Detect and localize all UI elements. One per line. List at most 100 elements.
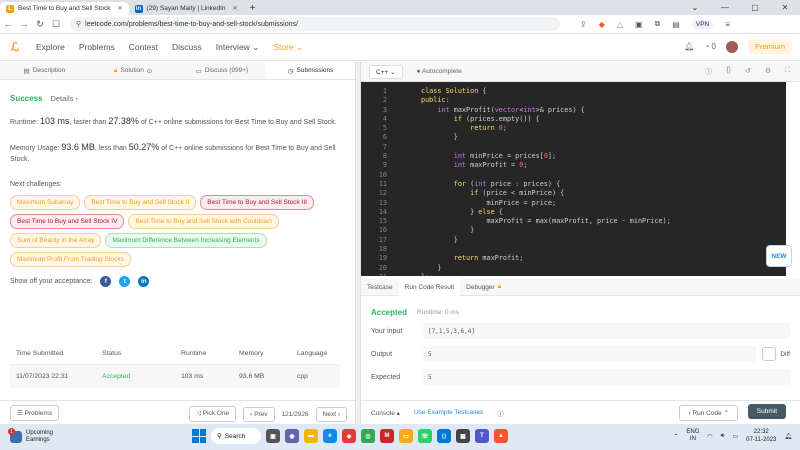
linkedin-icon[interactable]: in xyxy=(138,276,150,287)
code-line[interactable]: 15 maxProfit = max(maxProfit, price - mi… xyxy=(379,217,671,226)
run-code-button[interactable]: › Run Code ⌃ xyxy=(679,405,738,421)
twitter-icon[interactable]: t xyxy=(119,276,131,287)
notification-bell-icon[interactable]: 🔔︎ xyxy=(784,433,792,440)
info-icon[interactable]: ⓘ xyxy=(497,408,504,418)
tab-solution[interactable]: 🔒︎ Solution ⊙ xyxy=(89,62,178,79)
code-line[interactable]: 16 } xyxy=(379,226,671,235)
app-red-icon[interactable]: ◆ xyxy=(342,429,356,443)
challenge-chip[interactable]: Best Time to Buy and Sell Stock III xyxy=(200,195,314,210)
new-badge[interactable]: NEW xyxy=(766,245,792,267)
challenge-chip[interactable]: Maximum Difference Between Increasing El… xyxy=(105,233,267,248)
diff-checkbox[interactable] xyxy=(762,347,777,361)
challenge-chip[interactable]: Best Time to Buy and Sell Stock with Coo… xyxy=(128,214,280,229)
brave-shield-icon[interactable]: ◆ xyxy=(599,20,605,29)
file-explorer-icon[interactable]: ▬ xyxy=(304,429,318,443)
pick-one-button[interactable]: ⤨ Pick One xyxy=(188,406,237,422)
new-tab-button[interactable]: + xyxy=(244,2,262,15)
challenge-chip[interactable]: Sum of Beauty in the Array xyxy=(10,233,102,248)
nav-interview[interactable]: Interview ⌄ xyxy=(216,42,260,53)
nav-problems[interactable]: Problems xyxy=(79,42,115,53)
col-memory[interactable]: Memory xyxy=(239,350,297,357)
volume-icon[interactable]: 🔊︎ xyxy=(721,433,725,440)
code-line[interactable]: 19 return maxProfit; xyxy=(379,254,671,263)
code-line[interactable]: 7 xyxy=(383,143,671,152)
code-line[interactable]: 20 } xyxy=(379,264,671,273)
teams-icon[interactable]: T xyxy=(475,429,489,443)
url-field[interactable]: ⚲ leetcode.com/problems/best-time-to-buy… xyxy=(70,17,560,31)
close-icon[interactable]: ✕ xyxy=(118,5,123,12)
task-view-icon[interactable]: ▣ xyxy=(266,429,280,443)
prev-button[interactable]: ‹ Prev xyxy=(243,406,275,422)
challenge-chip[interactable]: Maximum Subarray xyxy=(10,195,81,210)
nav-discuss[interactable]: Discuss xyxy=(172,42,202,53)
code-line[interactable]: 18 xyxy=(379,245,671,254)
premium-button[interactable]: Premium xyxy=(747,39,792,54)
console-button[interactable]: Console ▴ xyxy=(371,409,400,417)
code-line[interactable]: 3 int maxProfit(vector<int>& prices) { xyxy=(383,106,671,115)
code-braces-icon[interactable]: {} xyxy=(726,67,731,77)
leetcode-logo-icon[interactable]: ℒ xyxy=(8,40,22,54)
code-line[interactable]: 2 public: xyxy=(383,96,671,105)
minimize-button[interactable]: — xyxy=(710,0,740,15)
vscode-icon[interactable]: ⟨⟩ xyxy=(437,429,451,443)
col-runtime[interactable]: Runtime xyxy=(181,350,239,357)
submit-button[interactable]: Submit xyxy=(747,404,786,419)
brave-icon[interactable]: ▲ xyxy=(494,429,508,443)
tab-description[interactable]: ▤ Description xyxy=(0,62,89,79)
forward-button[interactable]: → xyxy=(16,19,32,29)
bookmark-icon[interactable]: ☐ xyxy=(48,19,64,30)
code-line[interactable]: 5 return 0; xyxy=(383,124,671,133)
code-editor[interactable]: 1 class Solution {2 public: 3 int maxProfit… xyxy=(361,82,786,276)
code-line[interactable]: 6 } xyxy=(383,133,671,142)
diff-toggle[interactable]: Diff xyxy=(762,347,790,361)
code-line[interactable]: 11 for (int price : prices) { xyxy=(379,180,671,189)
window-icon[interactable]: ⧉ xyxy=(655,19,661,29)
code-line[interactable]: 1 class Solution { xyxy=(383,87,671,96)
tab-discuss[interactable]: ▭ Discuss (999+) xyxy=(178,62,267,79)
language-select[interactable]: C++ ⌄ xyxy=(369,64,403,79)
store-app-icon[interactable]: ▦ xyxy=(456,429,470,443)
menu-icon[interactable]: ≡ xyxy=(725,20,730,29)
code-line[interactable]: 8 int minPrice = prices[0]; xyxy=(383,152,671,161)
challenge-chip[interactable]: Maximum Profit From Trading Stocks xyxy=(10,252,131,267)
tab-testcase[interactable]: Testcase xyxy=(361,279,399,296)
code-line[interactable]: 21}; xyxy=(379,273,671,276)
mcafee-icon[interactable]: M xyxy=(380,429,394,443)
edge-icon[interactable]: e xyxy=(323,429,337,443)
challenge-chip[interactable]: Best Time to Buy and Sell Stock IV xyxy=(10,214,125,229)
taskbar-search[interactable]: ⚲ Search xyxy=(211,428,261,444)
news-widget[interactable]: 1 Upcoming Earnings xyxy=(8,428,53,444)
next-button[interactable]: Next › xyxy=(315,406,347,422)
sidebar-icon[interactable]: ▣ xyxy=(635,20,643,29)
settings-icon[interactable]: ⚙ xyxy=(765,67,771,77)
code-line[interactable]: 13 minPrice = price; xyxy=(379,199,671,208)
code-line[interactable]: 9 int maxProfit = 0; xyxy=(383,161,671,170)
details-link[interactable]: Details › xyxy=(50,94,78,103)
language-indicator[interactable]: ENG IN xyxy=(686,429,699,443)
share-icon[interactable]: ⇪ xyxy=(580,20,587,29)
notification-count[interactable]: ◔ 0 xyxy=(704,42,716,51)
triangle-icon[interactable]: △ xyxy=(617,20,623,29)
nav-contest[interactable]: Contest xyxy=(129,42,158,53)
windows-start-icon[interactable] xyxy=(192,429,206,443)
code-line[interactable]: 12 if (price < minPrice) { xyxy=(379,189,671,198)
bell-icon[interactable]: 🔔︎ xyxy=(684,42,694,51)
table-row[interactable]: 11/07/2023 22:31 Accepted 103 ms 93.6 MB… xyxy=(10,365,340,388)
maximize-button[interactable]: ▢ xyxy=(740,0,770,15)
browser-tab-linkedin[interactable]: in (29) Sayan Maity | LinkedIn ✕ xyxy=(129,2,244,15)
nav-explore[interactable]: Explore xyxy=(36,42,65,53)
col-language[interactable]: Language xyxy=(297,350,340,357)
close-icon[interactable]: ✕ xyxy=(233,5,238,12)
battery-icon[interactable]: ▭ xyxy=(732,433,738,440)
wifi-icon[interactable]: ◠ xyxy=(707,433,712,440)
tab-run-code-result[interactable]: Run Code Result xyxy=(398,278,461,296)
use-example-testcases-link[interactable]: Use Example Testcases xyxy=(414,409,483,416)
avatar[interactable] xyxy=(725,40,738,53)
cell-status[interactable]: Accepted xyxy=(102,373,181,380)
chat-app-icon[interactable]: ◉ xyxy=(285,429,299,443)
reload-button[interactable]: ↻ xyxy=(32,19,48,30)
wallet-icon[interactable]: ▤ xyxy=(672,20,680,29)
clock[interactable]: 22:32 07-11-2023 xyxy=(746,428,776,444)
code-line[interactable]: 14 } else { xyxy=(379,208,671,217)
facebook-icon[interactable]: f xyxy=(100,276,112,287)
